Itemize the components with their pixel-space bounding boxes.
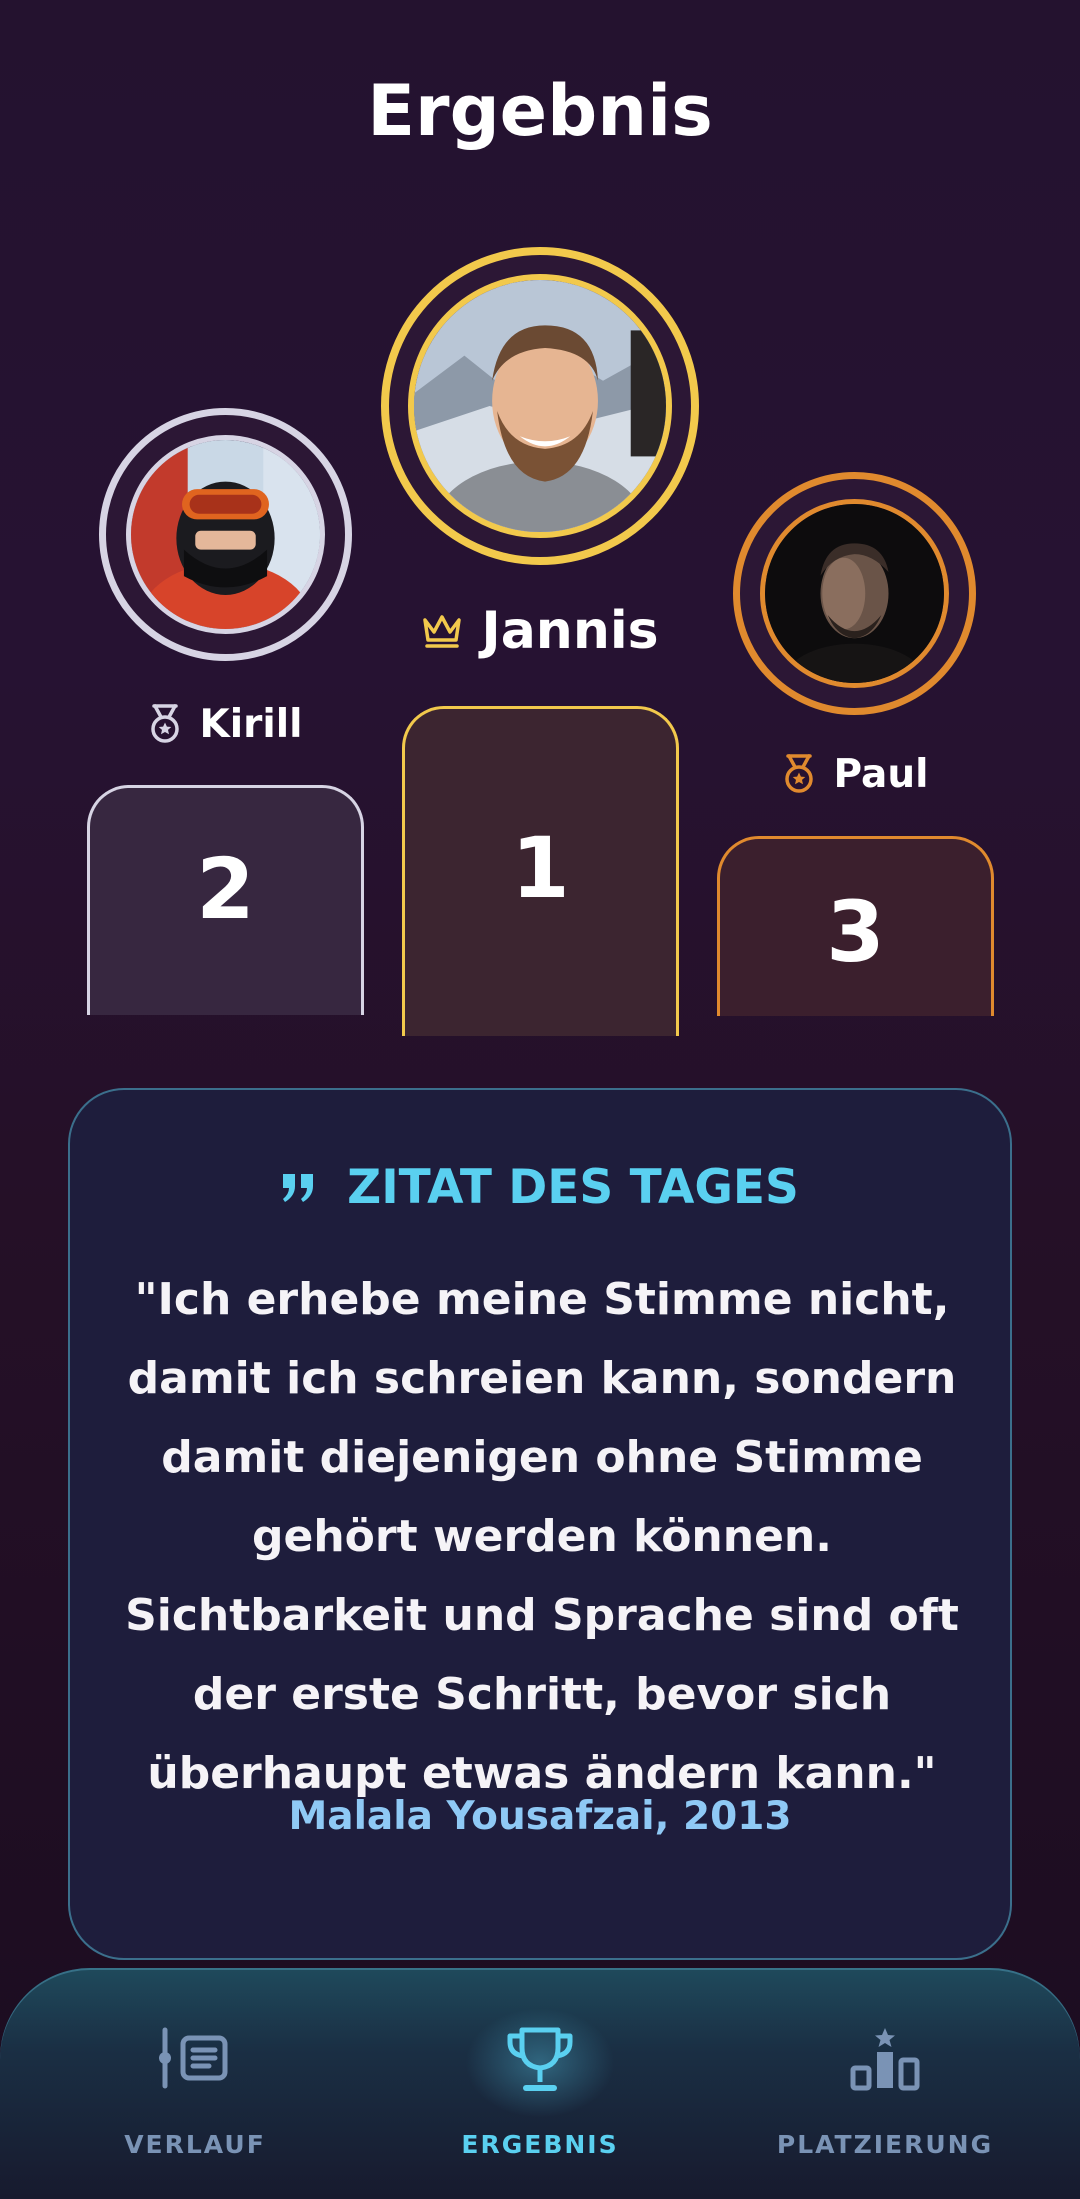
- avatar-jannis[interactable]: [408, 274, 672, 538]
- history-list-icon: [159, 2026, 231, 2094]
- place-number-first: 1: [511, 819, 570, 917]
- nav-label-ergebnis: ERGEBNIS: [461, 2130, 619, 2159]
- quote-icon: [283, 1173, 314, 1202]
- place-number-second: 2: [196, 840, 255, 938]
- avatar-kirill[interactable]: [126, 435, 325, 634]
- podium-block-second: 2: [87, 785, 364, 1015]
- player-name-second: Kirill: [199, 701, 303, 747]
- medal-icon: [150, 704, 179, 743]
- crown-icon: [423, 615, 462, 648]
- quote-author: Malala Yousafzai, 2013: [288, 1794, 792, 1839]
- player-name-first: Jannis: [481, 601, 659, 661]
- name-row-second: Kirill: [100, 696, 350, 752]
- podium-block-third: 3: [717, 836, 994, 1016]
- quote-heading: ZITAT DES TAGES: [347, 1160, 799, 1215]
- quote-text: "Ich erhebe meine Stimme nicht, damit ic…: [125, 1274, 959, 1799]
- trophy-icon: [506, 2026, 574, 2096]
- nav-item-platzierung[interactable]: PLATZIERUNG: [705, 1968, 1065, 2199]
- bottom-nav: VERLAUF ERGEBNIS PLATZIERUNG: [0, 1968, 1080, 2199]
- quote-header: ZITAT DES TAGES: [70, 1160, 1010, 1215]
- nav-label-verlauf: VERLAUF: [124, 2130, 266, 2159]
- name-row-first: Jannis: [390, 596, 690, 666]
- nav-label-platzierung: PLATZIERUNG: [776, 2130, 994, 2159]
- quote-card: ZITAT DES TAGES "Ich erhebe meine Stimme…: [68, 1088, 1012, 1960]
- page-title: Ergebnis: [367, 70, 713, 152]
- avatar-paul[interactable]: [760, 499, 949, 688]
- podium-icon: [849, 2026, 921, 2096]
- nav-item-ergebnis[interactable]: ERGEBNIS: [360, 1968, 720, 2199]
- medal-icon: [784, 754, 813, 793]
- podium-block-first: 1: [402, 706, 679, 1036]
- name-row-third: Paul: [735, 746, 975, 802]
- place-number-third: 3: [826, 883, 885, 981]
- player-name-third: Paul: [833, 751, 929, 797]
- nav-item-verlauf[interactable]: VERLAUF: [15, 1968, 375, 2199]
